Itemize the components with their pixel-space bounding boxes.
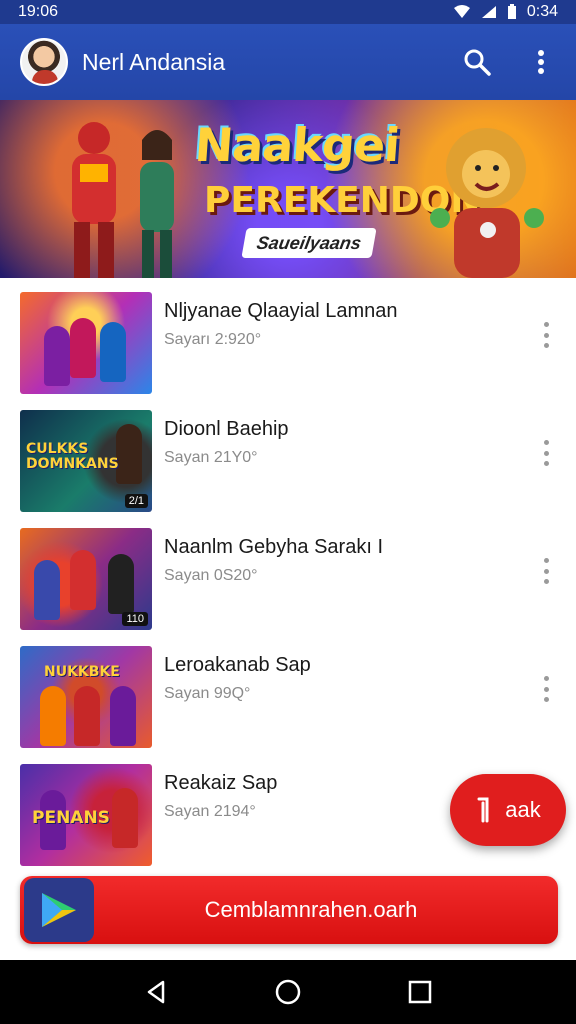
app-bar: Nerl Andansia [0, 24, 576, 100]
list-item-text: Nljyanae Qlaayial Lamnan Sayarı 2:920° [164, 292, 556, 349]
list-item-text: Leroakanab Sap Sayan 99Q° [164, 646, 556, 703]
thumbnail-title: PENANS [32, 808, 110, 828]
thumbnail-title: CULKKS DOMNKANS [26, 441, 119, 472]
recents-button[interactable] [400, 972, 440, 1012]
search-button[interactable] [462, 47, 492, 77]
list-item-subtitle: Sayan 99Q° [164, 685, 251, 702]
list-item-title: Leroakanab Sap [164, 654, 311, 676]
list-item[interactable]: NUKKBKE Leroakanab Sap Sayan 99Q° [0, 636, 576, 754]
banner-title: Naakgei [193, 118, 401, 172]
home-icon [275, 979, 301, 1005]
status-time: 19:06 [18, 3, 59, 20]
bookmark-icon [477, 797, 489, 823]
more-vert-icon[interactable] [538, 556, 554, 586]
cta-label: Cemblamnrahen.oarh [204, 897, 418, 922]
list-item[interactable]: Nljyanae Qlaayial Lamnan Sayarı 2:920° [0, 282, 576, 400]
thumbnail-badge: 2/1 [124, 494, 148, 508]
game-thumbnail: PENANS [20, 764, 152, 866]
list-item-subtitle: Sayan 21Y0° [164, 449, 258, 466]
play-store-icon [24, 878, 94, 942]
home-button[interactable] [268, 972, 308, 1012]
list-item[interactable]: CULKKS DOMNKANS 2/1 Dioonl Baehip Sayan … [0, 400, 576, 518]
list-item-subtitle: Sayarı 2:920° [164, 331, 262, 348]
app-title: Nerl Andansia [82, 48, 226, 75]
signal-icon [481, 6, 496, 18]
avatar[interactable] [20, 38, 68, 86]
lion-character-image [430, 128, 544, 278]
game-thumbnail [20, 292, 152, 394]
more-vert-icon[interactable] [538, 438, 554, 468]
featured-banner[interactable]: Naakgei PEREKENDON Saueilyaans [0, 100, 576, 278]
app-root: 19:06 0:34 Nerl Andansia Naakgei PEREKEN… [0, 0, 576, 1024]
status-battery-time: 0:34 [526, 3, 558, 20]
list-item-subtitle: Sayan 0S20° [164, 567, 258, 584]
battery-icon [507, 4, 516, 19]
recents-icon [408, 980, 432, 1004]
fab-label: aak [505, 797, 541, 822]
floating-action-button[interactable]: aak [450, 774, 566, 846]
more-vert-icon [538, 50, 544, 74]
more-options-button[interactable] [526, 47, 556, 77]
status-icons: 0:34 [453, 3, 558, 21]
back-button[interactable] [136, 972, 176, 1012]
more-vert-icon[interactable] [538, 320, 554, 350]
game-thumbnail: 110 [20, 528, 152, 630]
list-item-title: Nljyanae Qlaayial Lamnan [164, 300, 398, 322]
heroine-character-image [140, 130, 174, 278]
banner-tagline: Saueilyaans [241, 228, 377, 258]
list-item-title: Dioonl Baehip [164, 418, 289, 440]
more-vert-icon[interactable] [538, 674, 554, 704]
list-item[interactable]: 110 Naanlm Gebyha Sarakı I Sayan 0S20° [0, 518, 576, 636]
wifi-icon [453, 5, 470, 18]
status-bar: 19:06 0:34 [0, 0, 576, 24]
search-icon [464, 49, 491, 76]
game-thumbnail: NUKKBKE [20, 646, 152, 748]
list-item-title: Naanlm Gebyha Sarakı I [164, 536, 383, 558]
system-nav-bar [0, 960, 576, 1024]
thumbnail-title: NUKKBKE [44, 664, 120, 680]
list-item-text: Dioonl Baehip Sayan 21Y0° [164, 410, 556, 467]
thumbnail-badge: 110 [122, 612, 148, 626]
game-thumbnail: CULKKS DOMNKANS 2/1 [20, 410, 152, 512]
back-icon [147, 980, 165, 1004]
list-item-text: Naanlm Gebyha Sarakı I Sayan 0S20° [164, 528, 556, 585]
cta-button[interactable]: Cemblamnrahen.oarh [20, 876, 558, 944]
app-actions [462, 47, 556, 77]
